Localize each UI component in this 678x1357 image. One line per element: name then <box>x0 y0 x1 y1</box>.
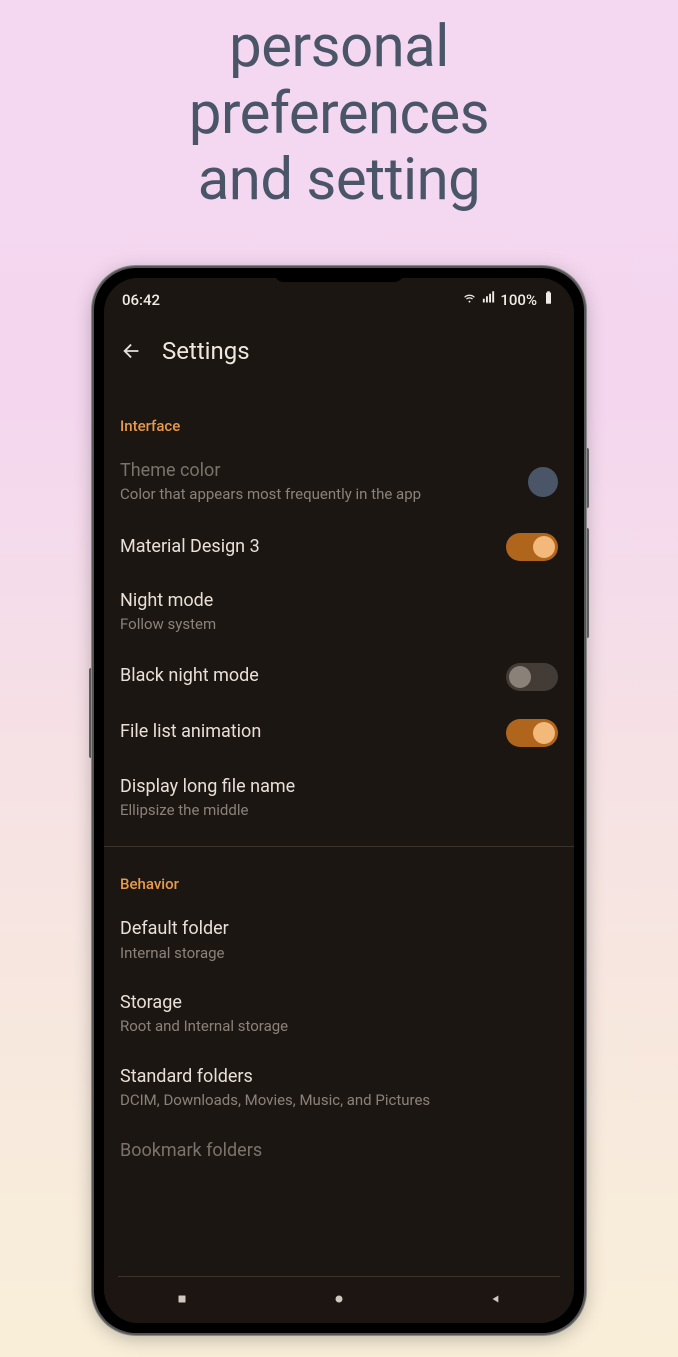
row-title: Black night mode <box>120 664 494 688</box>
device-frame: 06:42 100% <box>94 268 584 1333</box>
row-title: Bookmark folders <box>120 1139 558 1163</box>
row-title: Material Design 3 <box>120 535 494 559</box>
wifi-icon <box>462 290 477 309</box>
row-title: File list animation <box>120 720 494 744</box>
row-text: Black night mode <box>120 664 494 688</box>
nav-home-button[interactable] <box>299 1279 379 1319</box>
row-text: Bookmark folders <box>120 1139 558 1163</box>
row-theme-color[interactable]: Theme color Color that appears most freq… <box>104 445 574 519</box>
row-material-design-3[interactable]: Material Design 3 <box>104 519 574 575</box>
circle-icon <box>332 1292 346 1306</box>
square-icon <box>175 1292 189 1306</box>
row-text: Standard folders DCIM, Downloads, Movies… <box>120 1065 558 1111</box>
signal-icon <box>481 290 496 309</box>
row-title: Theme color <box>120 459 516 483</box>
row-text: Material Design 3 <box>120 535 494 559</box>
row-storage[interactable]: Storage Root and Internal storage <box>104 977 574 1051</box>
row-subtitle: Ellipsize the middle <box>120 801 558 821</box>
status-time: 06:42 <box>122 291 160 309</box>
row-night-mode[interactable]: Night mode Follow system <box>104 575 574 649</box>
device-mockup: 06:42 100% <box>94 268 584 1333</box>
battery-text: 100% <box>500 291 537 309</box>
row-text: Night mode Follow system <box>120 589 558 635</box>
nav-recents-button[interactable] <box>142 1279 222 1319</box>
device-side-button <box>585 448 589 508</box>
theme-color-swatch[interactable] <box>528 467 558 497</box>
row-bookmark-folders[interactable]: Bookmark folders <box>104 1125 574 1163</box>
section-header-behavior: Behavior <box>104 847 574 903</box>
switch-file-list-animation[interactable] <box>506 719 558 747</box>
row-subtitle: DCIM, Downloads, Movies, Music, and Pict… <box>120 1091 558 1111</box>
status-icons: 100% <box>462 290 556 309</box>
screen: 06:42 100% <box>104 278 574 1323</box>
row-subtitle: Color that appears most frequently in th… <box>120 485 516 505</box>
row-text: File list animation <box>120 720 494 744</box>
row-text: Default folder Internal storage <box>120 917 558 963</box>
row-default-folder[interactable]: Default folder Internal storage <box>104 903 574 977</box>
row-title: Night mode <box>120 589 558 613</box>
triangle-left-icon <box>489 1292 503 1306</box>
device-side-button <box>585 528 589 638</box>
row-subtitle: Internal storage <box>120 944 558 964</box>
row-title: Storage <box>120 991 558 1015</box>
system-nav-bar <box>104 1275 574 1323</box>
row-standard-folders[interactable]: Standard folders DCIM, Downloads, Movies… <box>104 1051 574 1125</box>
app-header: Settings <box>104 315 574 389</box>
arrow-left-icon <box>121 340 143 362</box>
row-title: Display long file name <box>120 775 558 799</box>
device-notch <box>274 272 404 282</box>
page-title: Settings <box>162 337 250 365</box>
row-title: Standard folders <box>120 1065 558 1089</box>
row-subtitle: Root and Internal storage <box>120 1017 558 1037</box>
section-header-interface: Interface <box>104 389 574 445</box>
row-display-long-file-name[interactable]: Display long file name Ellipsize the mid… <box>104 761 574 835</box>
promo-title-line1: personal <box>0 14 678 81</box>
nav-back-button[interactable] <box>456 1279 536 1319</box>
row-title: Default folder <box>120 917 558 941</box>
battery-icon <box>541 290 556 309</box>
row-text: Theme color Color that appears most freq… <box>120 459 516 505</box>
row-text: Display long file name Ellipsize the mid… <box>120 775 558 821</box>
device-side-button <box>89 668 93 758</box>
row-text: Storage Root and Internal storage <box>120 991 558 1037</box>
settings-list[interactable]: Interface Theme color Color that appears… <box>104 389 574 1163</box>
back-button[interactable] <box>112 331 152 371</box>
row-black-night-mode[interactable]: Black night mode <box>104 649 574 705</box>
promo-title: personal preferences and setting <box>0 0 678 214</box>
switch-material-design-3[interactable] <box>506 533 558 561</box>
row-file-list-animation[interactable]: File list animation <box>104 705 574 761</box>
row-subtitle: Follow system <box>120 615 558 635</box>
promo-title-line3: and setting <box>0 147 678 214</box>
switch-black-night-mode[interactable] <box>506 663 558 691</box>
status-bar: 06:42 100% <box>104 278 574 315</box>
promo-title-line2: preferences <box>0 81 678 148</box>
